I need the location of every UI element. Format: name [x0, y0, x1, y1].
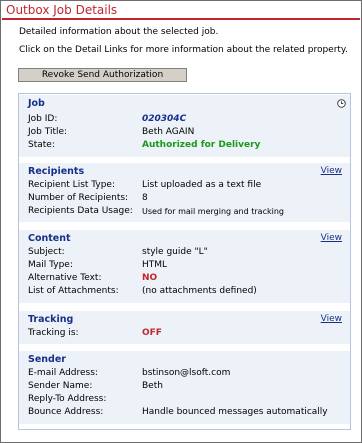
- recipient-list-type-label: Recipient List Type:: [28, 180, 115, 190]
- tracking-section-title: Tracking: [28, 314, 74, 325]
- sender-name-label: Sender Name:: [28, 381, 93, 391]
- content-view-link[interactable]: View: [321, 233, 342, 243]
- revoke-send-authorization-button[interactable]: Revoke Send Authorization: [18, 68, 187, 82]
- job-details-panel: Job Job ID: 020304C Job Title: Beth AGAI…: [18, 93, 351, 430]
- email-address-label: E-mail Address:: [28, 368, 98, 378]
- job-state-label: State:: [28, 140, 55, 150]
- tracking-section: Tracking View Tracking is: OFF: [19, 311, 350, 344]
- job-title-label: Job Title:: [28, 127, 68, 137]
- recipient-count-value: 8: [142, 193, 148, 203]
- job-id-value: 020304C: [142, 114, 187, 124]
- details-window: Outbox Job Details Detailed information …: [0, 0, 362, 443]
- recipients-section-title: Recipients: [28, 166, 85, 177]
- recipients-section: Recipients View Recipient List Type: Lis…: [19, 163, 350, 222]
- reply-to-label: Reply-To Address:: [28, 394, 107, 404]
- intro-text: Detailed information about the selected …: [19, 27, 219, 37]
- content-section: Content View Subject: style guide "L" Ma…: [19, 230, 350, 303]
- job-title-value: Beth AGAIN: [142, 127, 195, 137]
- recipient-count-label: Number of Recipients:: [28, 193, 129, 203]
- content-section-title: Content: [28, 233, 71, 244]
- alternative-text-label: Alternative Text:: [28, 273, 102, 283]
- subject-value: style guide "L": [142, 247, 208, 257]
- attachments-value: (no attachments defined): [142, 286, 257, 296]
- title-divider: [2, 18, 360, 20]
- subject-label: Subject:: [28, 247, 65, 257]
- sender-section: Sender E-mail Address: bstinson@lsoft.co…: [19, 351, 350, 424]
- job-section-title: Job: [28, 98, 45, 109]
- sender-section-title: Sender: [28, 354, 66, 365]
- sender-name-value: Beth: [142, 381, 163, 391]
- page-title: Outbox Job Details: [6, 3, 118, 17]
- bounce-address-value: Handle bounced messages automatically: [142, 407, 328, 417]
- attachments-label: List of Attachments:: [28, 286, 119, 296]
- mail-type-label: Mail Type:: [28, 260, 73, 270]
- hint-text: Click on the Detail Links for more infor…: [19, 45, 348, 55]
- job-state-value: Authorized for Delivery: [142, 140, 261, 150]
- clock-icon[interactable]: [337, 99, 346, 108]
- job-id-label: Job ID:: [28, 114, 58, 124]
- mail-type-value: HTML: [142, 260, 168, 270]
- bounce-address-label: Bounce Address:: [28, 407, 104, 417]
- recipients-data-usage-label: Recipients Data Usage:: [28, 206, 133, 216]
- job-section: Job Job ID: 020304C Job Title: Beth AGAI…: [19, 95, 350, 157]
- tracking-value: OFF: [142, 328, 162, 338]
- recipients-data-usage-value: Used for mail merging and tracking: [142, 207, 284, 216]
- tracking-view-link[interactable]: View: [321, 314, 342, 324]
- tracking-label: Tracking is:: [28, 328, 79, 338]
- alternative-text-value: NO: [142, 273, 158, 283]
- email-address-value: bstinson@lsoft.com: [142, 368, 231, 378]
- recipients-view-link[interactable]: View: [321, 166, 342, 176]
- recipient-list-type-value: List uploaded as a text file: [142, 180, 262, 190]
